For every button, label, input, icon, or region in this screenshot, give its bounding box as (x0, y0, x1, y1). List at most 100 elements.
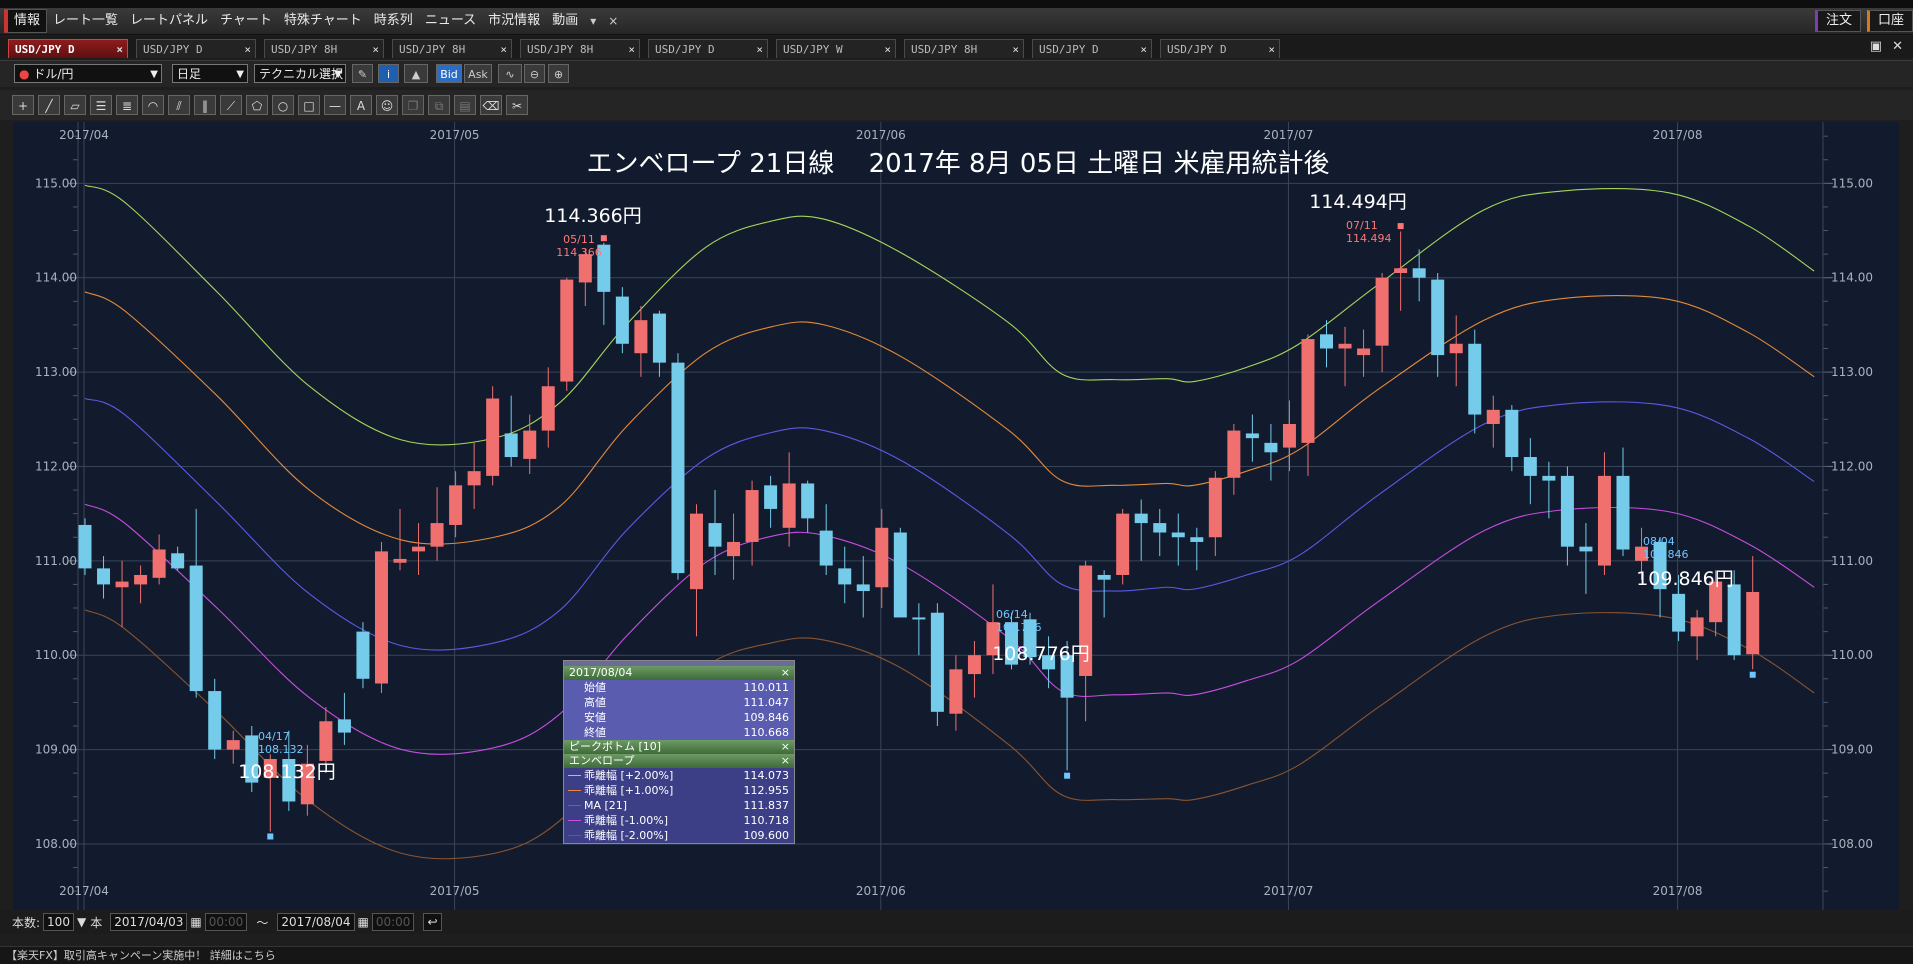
chart-canvas[interactable]: 115.00 115.00 114.00 114.00 113.00 113.00 112.… (13, 122, 1899, 910)
timeframe-select[interactable]: 日足 ▼ (172, 64, 248, 83)
candle-body (97, 568, 111, 585)
env-value: 110.718 (743, 814, 790, 827)
tab-chart-8[interactable]: USD/JPY 8H × (904, 39, 1024, 58)
emoji-icon[interactable]: ☺ (376, 95, 398, 115)
symbol-select[interactable]: ● ドル/円 ▼ (14, 64, 162, 83)
from-time-input[interactable]: 00:00 (204, 913, 248, 931)
close-window-icon[interactable]: ✕ (1892, 39, 1903, 54)
menu-time-series[interactable]: 時系列 (368, 10, 419, 32)
from-date-input[interactable]: 2017/04/03 (110, 913, 188, 931)
close-icon[interactable]: × (628, 40, 635, 59)
tab-chart-2[interactable]: USD/JPY D × (136, 39, 256, 58)
erase-all-icon[interactable]: ✂ (506, 95, 528, 115)
to-time-input[interactable]: 00:00 (371, 913, 415, 931)
paste-icon[interactable]: ⧉ (428, 95, 450, 115)
tab-chart-1[interactable]: USD/JPY D × (8, 39, 128, 58)
chart-title: エンベロープ 21日線 2017年 8月 05日 土曜日 米雇用統計後 (587, 149, 1330, 179)
menu-dropdown-icon[interactable]: ▾ (584, 14, 602, 28)
ruler-icon[interactable]: ▱ (64, 95, 86, 115)
count-input[interactable]: 100 (43, 913, 74, 931)
tab-chart-7[interactable]: USD/JPY W × (776, 39, 896, 58)
candles (78, 223, 1760, 840)
calendar-icon[interactable]: ▦ (358, 915, 369, 929)
order-button[interactable]: 注文 (1814, 10, 1861, 32)
close-icon[interactable]: × (1012, 40, 1019, 59)
close-icon[interactable]: × (1268, 40, 1275, 59)
area-chart-icon[interactable]: ▲ (404, 64, 428, 83)
candle-body (78, 524, 92, 569)
menu-special-chart[interactable]: 特殊チャート (278, 10, 368, 32)
trendline-icon[interactable]: ╱ (38, 95, 60, 115)
fibonacci-icon[interactable]: ≣ (116, 95, 138, 115)
technical-select[interactable]: テクニカル選択 ▼ (254, 64, 346, 83)
menu-chart[interactable]: チャート (214, 10, 278, 32)
tab-chart-6[interactable]: USD/JPY D × (648, 39, 768, 58)
indicator-icon[interactable]: ∿ (498, 64, 522, 83)
candle-body (912, 617, 926, 620)
ask-toggle[interactable]: Ask (464, 64, 492, 83)
to-date-input[interactable]: 2017/08/04 (277, 913, 355, 931)
calendar-icon[interactable]: ▦ (190, 915, 201, 929)
menu-rate-list[interactable]: レート一覧 (47, 10, 124, 32)
pentagon-icon[interactable]: ⬠ (246, 95, 268, 115)
marker-aug-value: 109.846 (1643, 548, 1689, 561)
tab-chart-3[interactable]: USD/JPY 8H × (264, 39, 384, 58)
menu-info[interactable]: 情報 (4, 9, 48, 33)
crosshair-icon[interactable]: + (12, 95, 34, 115)
tab-chart-5[interactable]: USD/JPY 8H × (520, 39, 640, 58)
main-menubar: 情報 レート一覧 レートパネル チャート 特殊チャート 時系列 ニュース 市況情… (0, 8, 1913, 35)
candle-body (838, 568, 852, 585)
channel-icon[interactable]: ⟋ (220, 95, 242, 115)
zoom-out-icon[interactable]: ⊖ (524, 64, 545, 83)
close-icon[interactable]: × (781, 754, 790, 768)
cycle-lines-icon[interactable]: ‖ (194, 95, 216, 115)
layers-icon[interactable]: ▤ (454, 95, 476, 115)
fan-icon[interactable]: ◠ (142, 95, 164, 115)
close-icon[interactable]: × (1140, 40, 1147, 59)
candle-body (1171, 532, 1185, 538)
hline-icon[interactable]: — (324, 95, 346, 115)
ohlc-value: 111.047 (743, 696, 790, 709)
marker-jul-high-value: 114.494 (1346, 232, 1392, 245)
close-icon[interactable]: × (781, 666, 790, 680)
menu-rate-panel[interactable]: レートパネル (124, 10, 214, 32)
close-icon[interactable]: × (116, 40, 123, 59)
close-icon[interactable]: × (244, 40, 251, 59)
rectangle-icon[interactable]: □ (298, 95, 320, 115)
account-button[interactable]: 口座 (1866, 10, 1913, 32)
tab-label: USD/JPY D (1167, 43, 1227, 56)
chevron-down-icon[interactable]: ▼ (77, 915, 86, 929)
legend-line-swatch (568, 790, 581, 791)
close-icon[interactable]: × (884, 40, 891, 59)
menu-market-info[interactable]: 市況情報 (482, 10, 546, 32)
close-icon[interactable]: × (500, 40, 507, 59)
refresh-icon[interactable]: ↩ (423, 913, 442, 931)
tab-label: USD/JPY 8H (911, 43, 978, 56)
menu-close-icon[interactable]: × (602, 14, 624, 28)
gann-icon[interactable]: ⫽ (168, 95, 190, 115)
info-icon[interactable]: i (378, 64, 399, 83)
candlestick-chart[interactable]: 115.00 115.00 114.00 114.00 113.00 113.00 112.… (13, 122, 1899, 910)
env-row: 乖離幅 [-2.00%] 109.600 (564, 828, 794, 843)
pencil-icon[interactable]: ✎ (352, 64, 373, 83)
tab-chart-9[interactable]: USD/JPY D × (1032, 39, 1152, 58)
close-icon[interactable]: × (781, 740, 790, 754)
marker-jun-low-value: 108.776 (996, 621, 1042, 634)
zoom-in-icon[interactable]: ⊕ (548, 64, 569, 83)
status-bar[interactable]: 【楽天FX】取引高キャンペーン実施中！ 詳細はこちら (0, 946, 1913, 964)
close-icon[interactable]: × (372, 40, 379, 59)
menu-video[interactable]: 動画 (546, 10, 584, 32)
tab-chart-10[interactable]: USD/JPY D × (1160, 39, 1280, 58)
maximize-icon[interactable]: ▣ (1870, 39, 1882, 54)
horizontal-lines-icon[interactable]: ☰ (90, 95, 112, 115)
annotation-aug-last: 109.846円 (1636, 568, 1734, 590)
text-icon[interactable]: A (350, 95, 372, 115)
menu-news[interactable]: ニュース (419, 10, 482, 32)
bid-toggle[interactable]: Bid (436, 64, 462, 83)
tab-chart-4[interactable]: USD/JPY 8H × (392, 39, 512, 58)
copy-icon[interactable]: ❐ (402, 95, 424, 115)
eraser-icon[interactable]: ⌫ (480, 95, 502, 115)
close-icon[interactable]: × (756, 40, 763, 59)
circle-icon[interactable]: ○ (272, 95, 294, 115)
ohlc-tooltip[interactable]: 2017/08/04 × 始値 110.011 高値 111.047 安値 109.84… (563, 660, 795, 844)
